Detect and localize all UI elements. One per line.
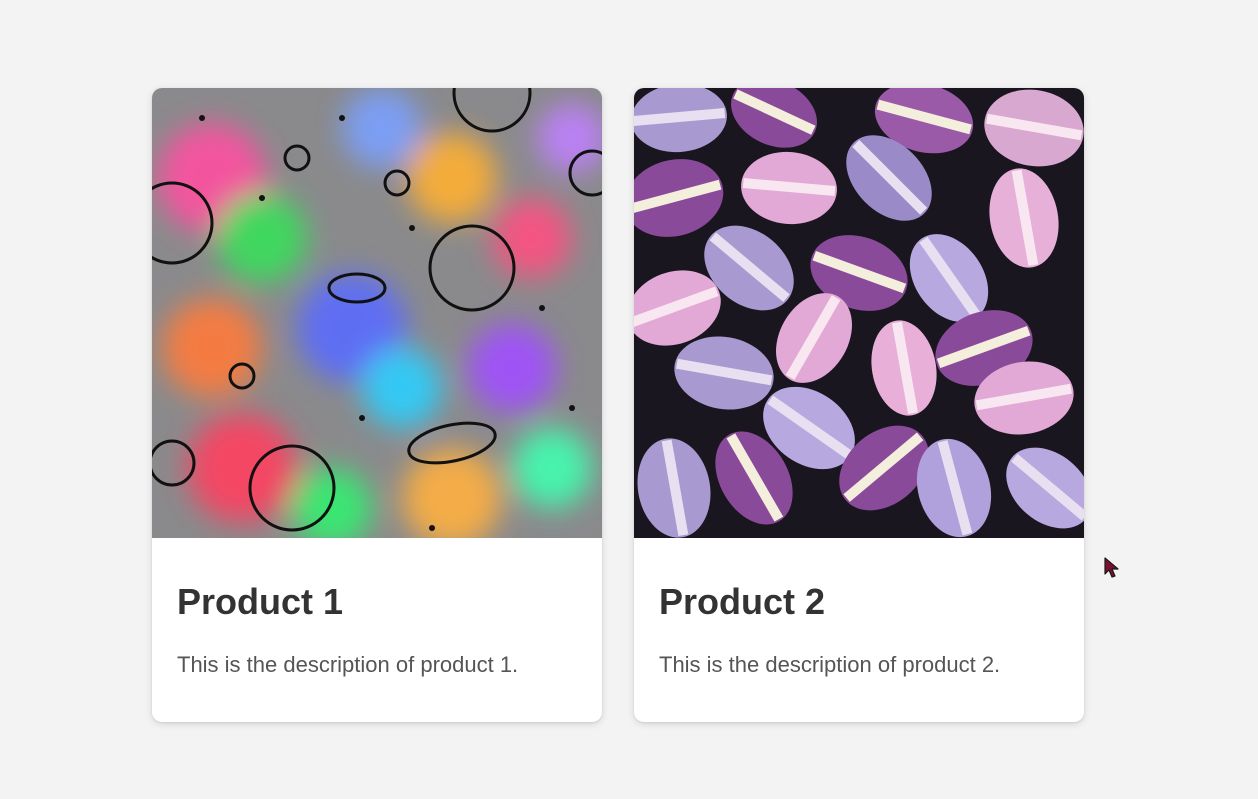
product-card-2[interactable]: Product 2 This is the description of pro… [634,88,1084,722]
page: Product 1 This is the description of pro… [0,0,1258,799]
product-2-description: This is the description of product 2. [659,652,1001,677]
product-2-image [634,88,1084,538]
product-1-body: Product 1 This is the description of pro… [152,538,602,678]
product-card-1[interactable]: Product 1 This is the description of pro… [152,88,602,722]
product-1-image [152,88,602,538]
product-1-description: This is the description of product 1. [177,652,519,677]
product-1-title: Product 1 [177,581,344,622]
product-2-title: Product 2 [659,581,826,622]
product-2-body: Product 2 This is the description of pro… [634,538,1084,678]
arrow-cursor-icon [1104,557,1119,578]
